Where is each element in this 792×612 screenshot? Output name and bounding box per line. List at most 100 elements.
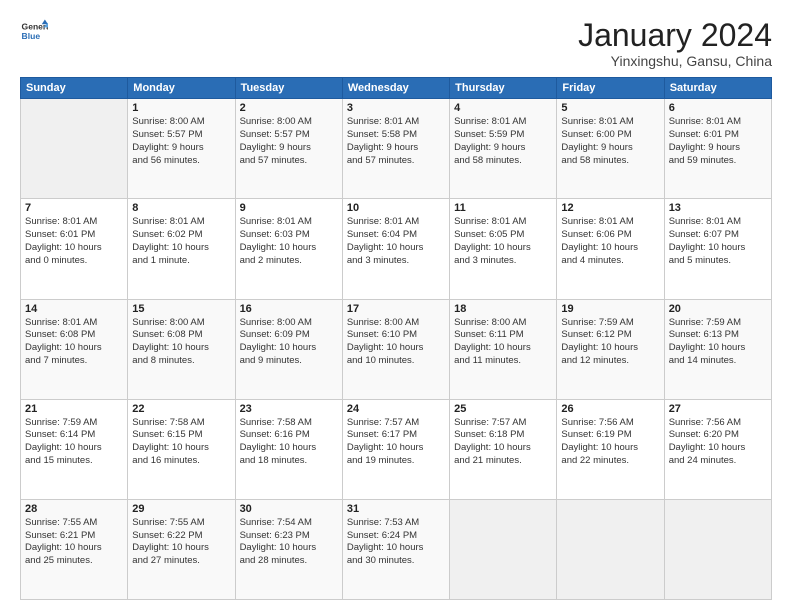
day-number: 2 [240,102,338,114]
day-info: Sunrise: 8:01 AM Sunset: 6:07 PM Dayligh… [669,216,767,267]
calendar-cell: 24 Sunrise: 7:57 AM Sunset: 6:17 PM Dayli… [342,399,449,499]
calendar-cell [21,99,128,199]
calendar-cell: 15 Sunrise: 8:00 AM Sunset: 6:08 PM Dayli… [128,299,235,399]
calendar-header-wednesday: Wednesday [342,78,449,99]
day-info: Sunrise: 8:00 AM Sunset: 5:57 PM Dayligh… [240,116,338,167]
calendar-cell: 27 Sunrise: 7:56 AM Sunset: 6:20 PM Dayli… [664,399,771,499]
calendar-cell: 30 Sunrise: 7:54 AM Sunset: 6:23 PM Dayli… [235,499,342,599]
calendar-cell: 10 Sunrise: 8:01 AM Sunset: 6:04 PM Dayli… [342,199,449,299]
day-info: Sunrise: 8:01 AM Sunset: 6:00 PM Dayligh… [561,116,659,167]
day-number: 11 [454,202,552,214]
calendar-week-5: 28Sunrise: 7:55 AM Sunset: 6:21 PM Dayli… [21,499,772,599]
day-number: 25 [454,403,552,415]
calendar-cell: 9 Sunrise: 8:01 AM Sunset: 6:03 PM Daylig… [235,199,342,299]
calendar-cell: 20 Sunrise: 7:59 AM Sunset: 6:13 PM Dayli… [664,299,771,399]
day-info: Sunrise: 8:01 AM Sunset: 6:04 PM Dayligh… [347,216,445,267]
calendar: SundayMondayTuesdayWednesdayThursdayFrid… [20,77,772,600]
calendar-cell: 8Sunrise: 8:01 AM Sunset: 6:02 PM Daylig… [128,199,235,299]
day-info: Sunrise: 7:56 AM Sunset: 6:20 PM Dayligh… [669,417,767,468]
day-info: Sunrise: 7:55 AM Sunset: 6:21 PM Dayligh… [25,517,123,568]
day-number: 19 [561,303,659,315]
day-info: Sunrise: 8:01 AM Sunset: 5:59 PM Dayligh… [454,116,552,167]
day-number: 3 [347,102,445,114]
logo: General Blue [20,18,48,46]
day-info: Sunrise: 7:58 AM Sunset: 6:15 PM Dayligh… [132,417,230,468]
day-number: 20 [669,303,767,315]
calendar-cell: 17 Sunrise: 8:00 AM Sunset: 6:10 PM Dayli… [342,299,449,399]
svg-text:Blue: Blue [22,31,41,41]
calendar-header-sunday: Sunday [21,78,128,99]
day-number: 18 [454,303,552,315]
day-number: 12 [561,202,659,214]
calendar-header-monday: Monday [128,78,235,99]
calendar-cell: 29Sunrise: 7:55 AM Sunset: 6:22 PM Dayli… [128,499,235,599]
day-info: Sunrise: 7:59 AM Sunset: 6:12 PM Dayligh… [561,317,659,368]
day-number: 17 [347,303,445,315]
calendar-cell [450,499,557,599]
day-info: Sunrise: 7:53 AM Sunset: 6:24 PM Dayligh… [347,517,445,568]
day-number: 26 [561,403,659,415]
day-number: 6 [669,102,767,114]
day-info: Sunrise: 7:54 AM Sunset: 6:23 PM Dayligh… [240,517,338,568]
calendar-header-tuesday: Tuesday [235,78,342,99]
day-info: Sunrise: 8:00 AM Sunset: 5:57 PM Dayligh… [132,116,230,167]
day-info: Sunrise: 7:58 AM Sunset: 6:16 PM Dayligh… [240,417,338,468]
day-number: 4 [454,102,552,114]
calendar-cell: 28Sunrise: 7:55 AM Sunset: 6:21 PM Dayli… [21,499,128,599]
day-info: Sunrise: 8:00 AM Sunset: 6:09 PM Dayligh… [240,317,338,368]
day-info: Sunrise: 8:00 AM Sunset: 6:11 PM Dayligh… [454,317,552,368]
calendar-header-row: SundayMondayTuesdayWednesdayThursdayFrid… [21,78,772,99]
day-info: Sunrise: 8:01 AM Sunset: 6:02 PM Dayligh… [132,216,230,267]
day-number: 5 [561,102,659,114]
day-info: Sunrise: 8:01 AM Sunset: 6:01 PM Dayligh… [669,116,767,167]
calendar-week-2: 7Sunrise: 8:01 AM Sunset: 6:01 PM Daylig… [21,199,772,299]
calendar-cell: 1 Sunrise: 8:00 AM Sunset: 5:57 PM Daylig… [128,99,235,199]
day-number: 24 [347,403,445,415]
day-info: Sunrise: 8:01 AM Sunset: 6:05 PM Dayligh… [454,216,552,267]
day-info: Sunrise: 8:01 AM Sunset: 6:06 PM Dayligh… [561,216,659,267]
calendar-cell: 19 Sunrise: 7:59 AM Sunset: 6:12 PM Dayli… [557,299,664,399]
calendar-cell: 7Sunrise: 8:01 AM Sunset: 6:01 PM Daylig… [21,199,128,299]
logo-icon: General Blue [20,18,48,46]
calendar-cell: 14 Sunrise: 8:01 AM Sunset: 6:08 PM Dayli… [21,299,128,399]
day-info: Sunrise: 7:57 AM Sunset: 6:17 PM Dayligh… [347,417,445,468]
calendar-week-4: 21 Sunrise: 7:59 AM Sunset: 6:14 PM Dayli… [21,399,772,499]
calendar-cell: 4 Sunrise: 8:01 AM Sunset: 5:59 PM Daylig… [450,99,557,199]
day-number: 27 [669,403,767,415]
day-number: 30 [240,503,338,515]
calendar-cell: 26 Sunrise: 7:56 AM Sunset: 6:19 PM Dayli… [557,399,664,499]
main-title: January 2024 [578,18,772,53]
day-number: 1 [132,102,230,114]
day-number: 31 [347,503,445,515]
day-number: 29 [132,503,230,515]
day-number: 14 [25,303,123,315]
calendar-cell: 3Sunrise: 8:01 AM Sunset: 5:58 PM Daylig… [342,99,449,199]
day-number: 21 [25,403,123,415]
calendar-week-1: 1 Sunrise: 8:00 AM Sunset: 5:57 PM Daylig… [21,99,772,199]
day-number: 10 [347,202,445,214]
calendar-week-3: 14 Sunrise: 8:01 AM Sunset: 6:08 PM Dayli… [21,299,772,399]
day-number: 15 [132,303,230,315]
day-info: Sunrise: 8:00 AM Sunset: 6:10 PM Dayligh… [347,317,445,368]
day-number: 22 [132,403,230,415]
day-info: Sunrise: 7:56 AM Sunset: 6:19 PM Dayligh… [561,417,659,468]
calendar-cell: 21 Sunrise: 7:59 AM Sunset: 6:14 PM Dayli… [21,399,128,499]
title-block: January 2024 Yinxingshu, Gansu, China [578,18,772,69]
day-number: 9 [240,202,338,214]
calendar-header-saturday: Saturday [664,78,771,99]
calendar-cell: 23Sunrise: 7:58 AM Sunset: 6:16 PM Dayli… [235,399,342,499]
calendar-cell: 16 Sunrise: 8:00 AM Sunset: 6:09 PM Dayli… [235,299,342,399]
day-number: 16 [240,303,338,315]
calendar-cell: 31 Sunrise: 7:53 AM Sunset: 6:24 PM Dayli… [342,499,449,599]
day-info: Sunrise: 8:01 AM Sunset: 6:03 PM Dayligh… [240,216,338,267]
day-info: Sunrise: 8:00 AM Sunset: 6:08 PM Dayligh… [132,317,230,368]
calendar-cell: 22 Sunrise: 7:58 AM Sunset: 6:15 PM Dayli… [128,399,235,499]
calendar-cell: 18 Sunrise: 8:00 AM Sunset: 6:11 PM Dayli… [450,299,557,399]
calendar-cell: 11 Sunrise: 8:01 AM Sunset: 6:05 PM Dayli… [450,199,557,299]
calendar-cell: 13Sunrise: 8:01 AM Sunset: 6:07 PM Dayli… [664,199,771,299]
day-info: Sunrise: 8:01 AM Sunset: 6:08 PM Dayligh… [25,317,123,368]
calendar-cell: 2 Sunrise: 8:00 AM Sunset: 5:57 PM Daylig… [235,99,342,199]
day-info: Sunrise: 7:59 AM Sunset: 6:14 PM Dayligh… [25,417,123,468]
day-info: Sunrise: 7:59 AM Sunset: 6:13 PM Dayligh… [669,317,767,368]
calendar-cell: 25Sunrise: 7:57 AM Sunset: 6:18 PM Dayli… [450,399,557,499]
